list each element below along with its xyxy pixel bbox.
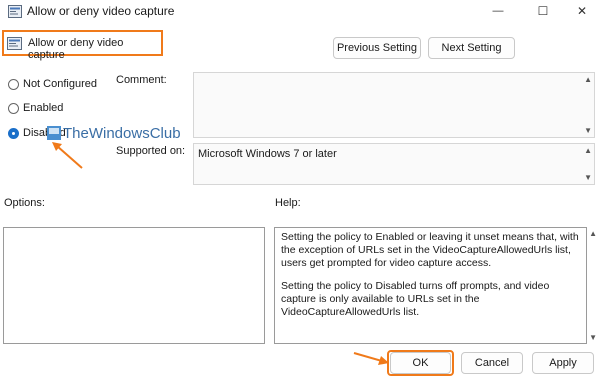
next-setting-button[interactable]: Next Setting [428,37,515,59]
close-button[interactable]: ✕ [564,0,600,22]
policy-icon [7,37,22,50]
supported-on-field: Microsoft Windows 7 or later ▲ ▼ [193,143,595,185]
radio-label: Not Configured [23,78,97,90]
pointer-arrow-icon [52,142,83,169]
scroll-down-icon[interactable]: ▼ [584,126,592,135]
setting-name-header: Allow or deny video capture [2,30,163,61]
pointer-arrow-icon [353,352,389,365]
comment-field[interactable]: ▲ ▼ [193,72,595,138]
setting-name: Allow or deny video capture [28,37,124,61]
radio-circle [8,102,19,114]
maximize-button[interactable]: ☐ [525,0,561,22]
apply-button[interactable]: Apply [532,352,594,374]
options-label: Options: [4,197,45,209]
help-scrollbar[interactable]: ▲ ▼ [588,227,598,344]
scroll-down-icon[interactable]: ▼ [584,173,592,182]
supported-on-label: Supported on: [116,145,186,157]
scroll-up-icon[interactable]: ▲ [589,229,597,238]
watermark-logo-icon [47,126,61,140]
help-paragraph: Setting the policy to Disabled turns off… [281,280,550,318]
supported-on-value: Microsoft Windows 7 or later [198,148,337,160]
maximize-icon: ☐ [537,4,549,18]
minimize-button[interactable]: — [480,0,516,22]
options-pane [3,227,265,344]
previous-setting-button[interactable]: Previous Setting [333,37,421,59]
ok-button[interactable]: OK [390,352,451,374]
policy-icon [8,5,22,18]
radio-circle-selected [8,127,19,139]
comment-label: Comment: [116,74,167,86]
help-label: Help: [275,197,301,209]
scroll-down-icon[interactable]: ▼ [589,333,597,342]
help-pane: Setting the policy to Enabled or leaving… [274,227,587,344]
radio-circle [8,78,19,90]
cancel-button[interactable]: Cancel [461,352,523,374]
help-paragraph: Setting the policy to Enabled or leaving… [281,231,579,269]
radio-enabled[interactable]: Enabled [8,102,63,114]
radio-label: Enabled [23,102,64,114]
scroll-up-icon[interactable]: ▲ [584,75,592,84]
window-title: Allow or deny video capture [27,4,175,18]
scroll-up-icon[interactable]: ▲ [584,146,592,155]
minimize-icon: — [492,5,504,17]
close-icon: ✕ [576,4,588,18]
radio-not-configured[interactable]: Not Configured [8,78,97,90]
